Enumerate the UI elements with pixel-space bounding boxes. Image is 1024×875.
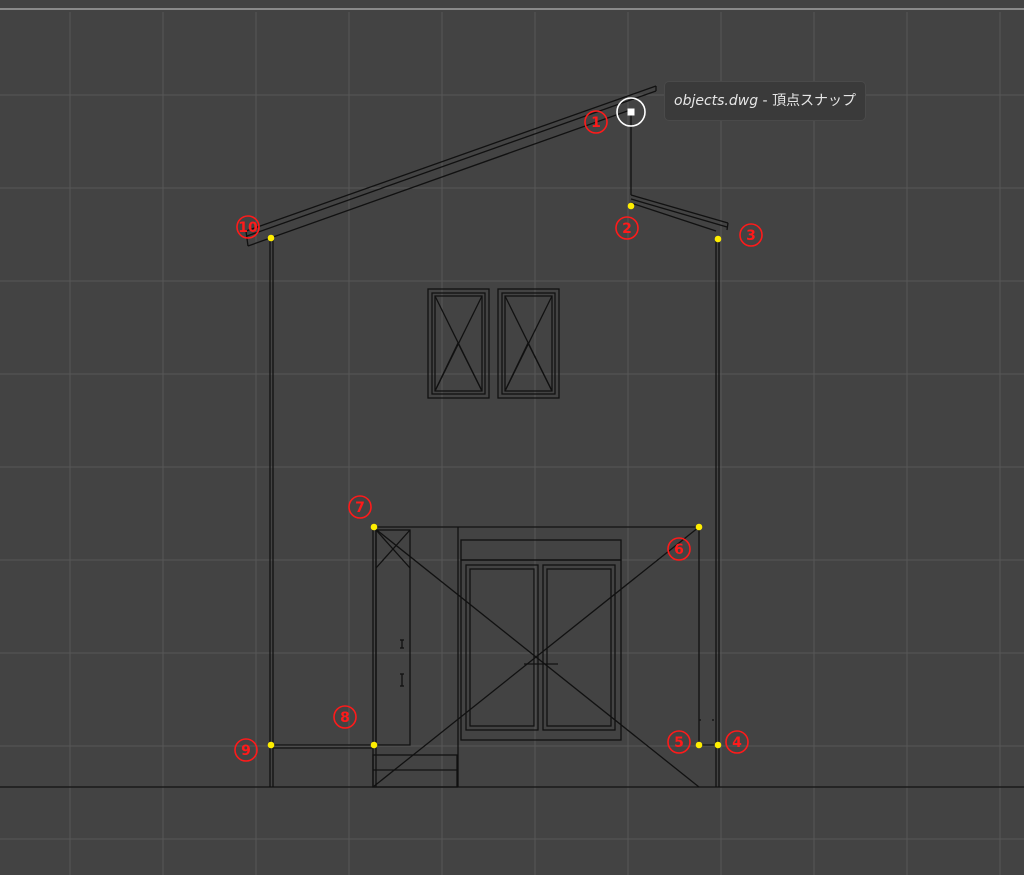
tooltip-file-name: objects.dwg: [674, 93, 759, 109]
marker-label: 6: [674, 542, 684, 558]
marker-1: 1: [584, 110, 608, 134]
marker-2: 2: [615, 216, 639, 240]
side-door: [375, 529, 411, 746]
marker-7: 7: [348, 495, 372, 519]
vertex-point-icon[interactable]: [627, 202, 635, 210]
tooltip-separator: -: [758, 93, 773, 109]
porch-frame: [273, 526, 716, 788]
roof-right-eave: [630, 113, 729, 232]
vertex-point-icon[interactable]: [714, 741, 722, 749]
marker-label: 4: [732, 735, 742, 751]
cad-viewport[interactable]: 1 2 3 4 5 6 7 8 9 10 objects.dwg - 頂点スナップ: [0, 0, 1024, 875]
marker-8: 8: [333, 705, 357, 729]
house-elevation-drawing: [0, 85, 1024, 788]
tooltip-snap-mode: 頂点スナップ: [772, 93, 857, 109]
vertex-points: [267, 202, 722, 749]
vertex-point-icon[interactable]: [714, 235, 722, 243]
entrance-step: [372, 754, 458, 788]
marker-label: 7: [355, 500, 365, 516]
vertex-point-icon[interactable]: [370, 741, 378, 749]
marker-label: 9: [241, 743, 251, 759]
marker-label: 1: [591, 115, 601, 131]
vertex-point-icon[interactable]: [370, 523, 378, 531]
marker-label: 3: [746, 228, 756, 244]
roof-main-slope: [245, 85, 657, 247]
marker-label: 2: [622, 221, 632, 237]
marker-label: 5: [674, 735, 684, 751]
marker-label: 8: [340, 710, 350, 726]
marker-5: 5: [667, 730, 691, 754]
vertex-point-icon[interactable]: [695, 523, 703, 531]
vertex-number-markers: 1 2 3 4 5 6 7 8 9 10: [234, 110, 763, 762]
marker-4: 4: [725, 730, 749, 754]
vertex-point-icon[interactable]: [695, 741, 703, 749]
upper-window-left: [427, 288, 490, 399]
drawing-canvas[interactable]: 1 2 3 4 5 6 7 8 9 10: [0, 0, 1024, 875]
vertex-point-icon[interactable]: [267, 234, 275, 242]
upper-window-right: [497, 288, 560, 399]
snap-tooltip: objects.dwg - 頂点スナップ: [665, 82, 866, 120]
main-door: [460, 539, 622, 741]
marker-label: 10: [238, 220, 258, 236]
marker-9: 9: [234, 738, 258, 762]
marker-3: 3: [739, 223, 763, 247]
marker-10: 10: [236, 215, 260, 239]
vertex-point-icon[interactable]: [267, 741, 275, 749]
